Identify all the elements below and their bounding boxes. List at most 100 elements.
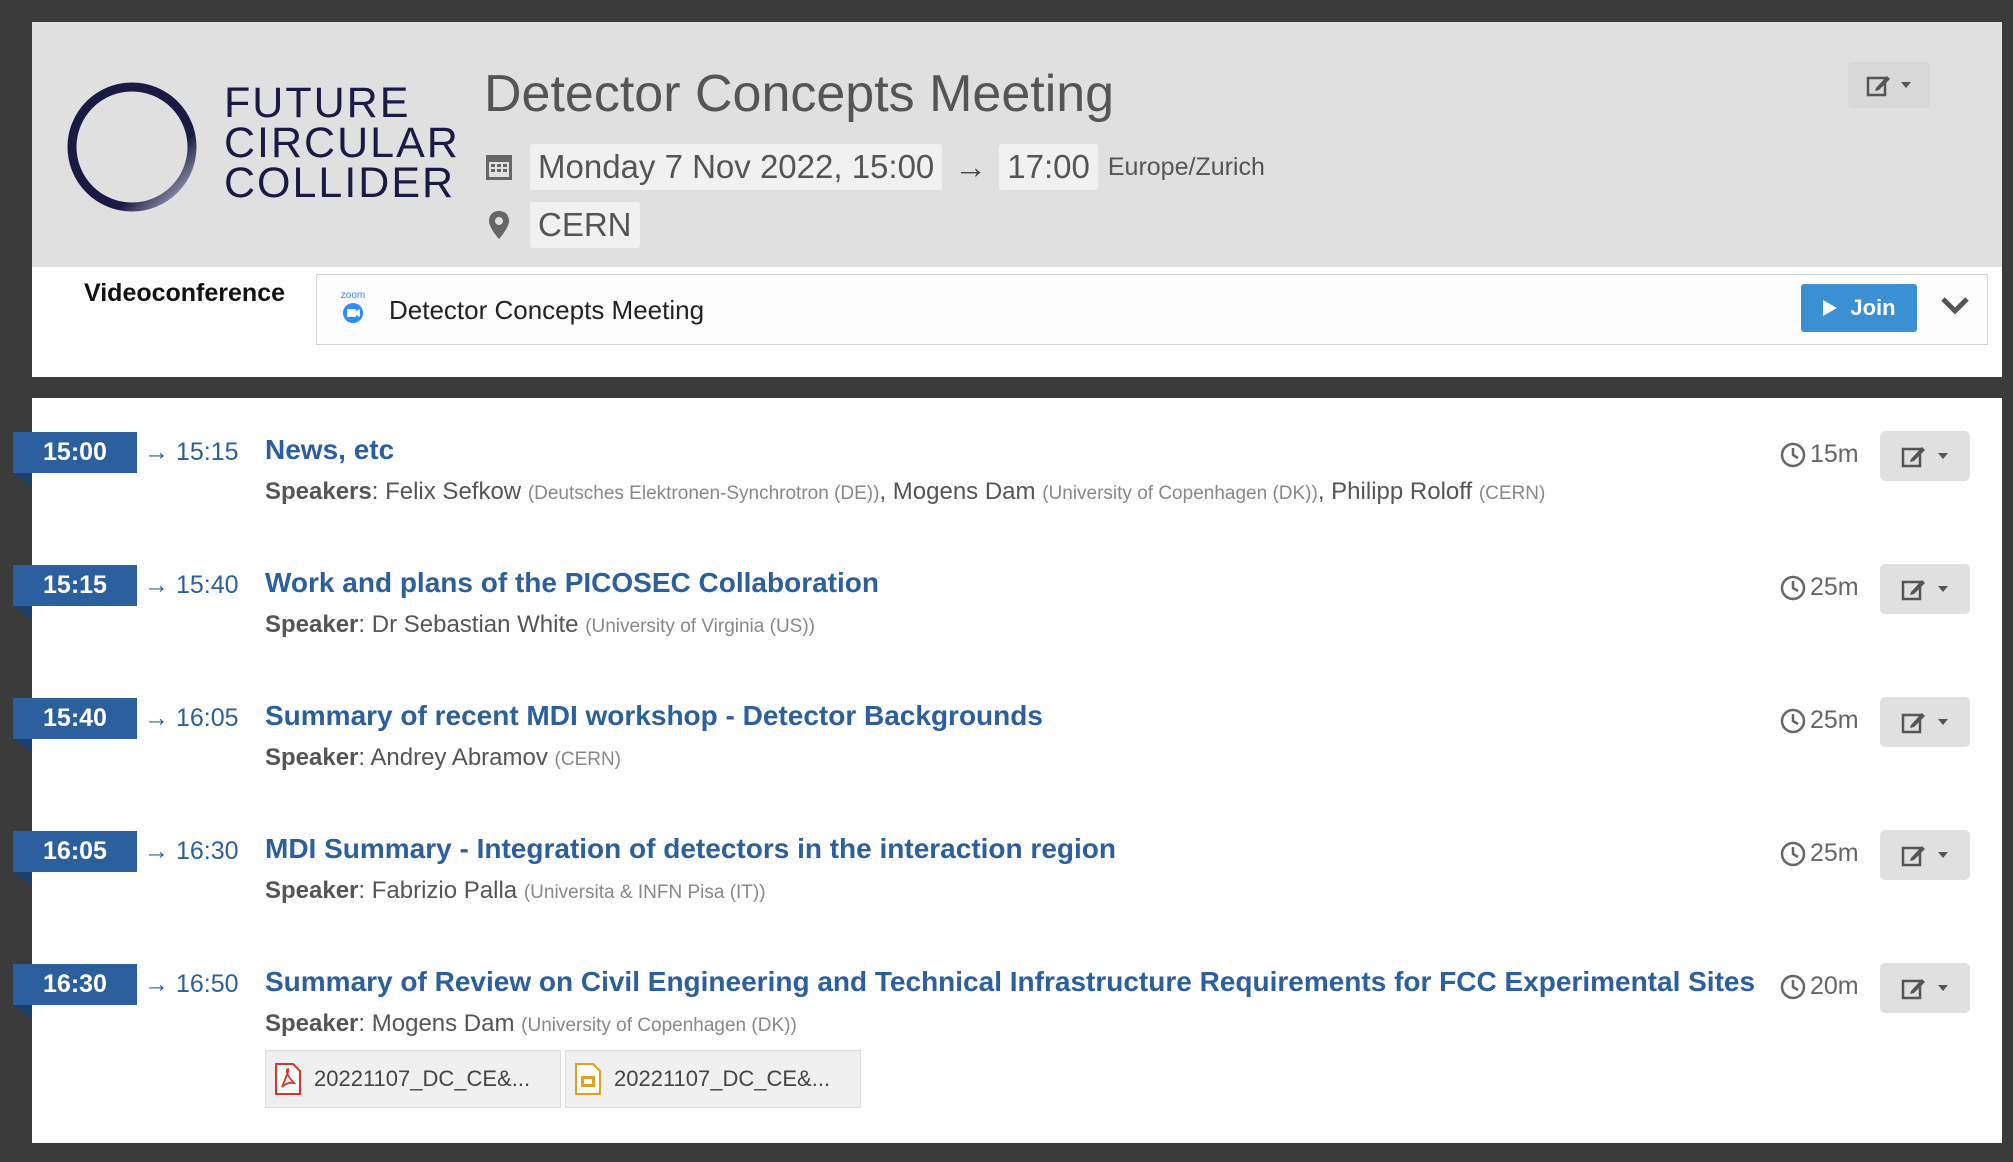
speaker-affiliation: (CERN) — [1478, 483, 1546, 504]
speaker-affiliation: (Deutsches Elektronen-Synchrotron (DE)) — [527, 483, 880, 504]
speaker-name: Andrey Abramov — [370, 744, 548, 771]
join-label: Join — [1850, 295, 1896, 320]
caret-down-icon — [1938, 719, 1948, 725]
start-time: 15:00 — [13, 432, 137, 487]
contribution-title[interactable]: MDI Summary - Integration of detectors i… — [265, 833, 1116, 865]
event-header: FUTURE CIRCULAR COLLIDER Detector Concep… — [32, 22, 2002, 267]
clock-icon — [1780, 841, 1806, 866]
event-end: 17:00 — [999, 144, 1098, 190]
speaker-label: Speaker — [265, 611, 359, 638]
logo-line-3: COLLIDER — [224, 159, 456, 207]
contribution-row: 15:15 → 15:40 Work and plans of the PICO… — [13, 531, 2002, 651]
contribution-edit-button[interactable] — [1880, 697, 1970, 747]
fcc-logo: FUTURE CIRCULAR COLLIDER — [62, 77, 482, 227]
attachment-presentation[interactable]: 20221107_DC_CE&... — [565, 1050, 861, 1108]
end-time: → 15:15 — [144, 438, 239, 466]
event-dates: Monday 7 Nov 2022, 15:00 → 17:00 Europe/… — [482, 144, 1265, 190]
contribution-row: 15:40 → 16:05 Summary of recent MDI work… — [13, 664, 2002, 784]
contribution-edit-button[interactable] — [1880, 564, 1970, 614]
duration-value: 15m — [1810, 440, 1859, 468]
logo-line-1: FUTURE — [224, 79, 411, 127]
caret-down-icon — [1938, 985, 1948, 991]
speaker-label: Speaker — [265, 877, 359, 904]
contribution-edit-button[interactable] — [1880, 431, 1970, 481]
clock-icon — [1780, 575, 1806, 600]
map-pin-icon — [482, 210, 516, 240]
attachment-pdf[interactable]: 20221107_DC_CE&... — [265, 1050, 561, 1108]
speaker-affiliation: (University of Copenhagen (DK)) — [521, 1015, 797, 1036]
speakers: Speaker: Fabrizio Palla (Universita & IN… — [265, 877, 766, 904]
logo-line-2: CIRCULAR — [224, 119, 460, 167]
timetable: 15:00 → 15:15 News, etc Speakers: Felix … — [13, 398, 2002, 1143]
duration-value: 25m — [1810, 573, 1859, 601]
duration-value: 25m — [1810, 706, 1859, 734]
caret-down-icon — [1938, 586, 1948, 592]
date-arrow: → — [954, 148, 988, 185]
speaker-name: Dr Sebastian White — [371, 611, 579, 638]
contribution-edit-button[interactable] — [1880, 830, 1970, 880]
end-time: → 16:50 — [144, 970, 239, 998]
start-time: 15:15 — [13, 565, 137, 620]
end-time: → 15:40 — [144, 571, 239, 599]
speakers: Speaker: Andrey Abramov (CERN) — [265, 744, 622, 771]
event-timezone: Europe/Zurich — [1107, 152, 1265, 181]
edit-icon — [1866, 76, 1890, 97]
edit-icon — [1901, 580, 1925, 601]
chevron-down-icon[interactable] — [1941, 295, 1969, 315]
clock-icon — [1780, 974, 1806, 999]
join-button[interactable]: Join — [1801, 284, 1917, 332]
speaker-name: Mogens Dam — [371, 1010, 515, 1037]
play-icon — [1823, 300, 1838, 316]
end-time: → 16:05 — [144, 704, 239, 732]
contribution-title[interactable]: News, etc — [265, 434, 394, 466]
speaker-name: Philipp Roloff — [1331, 478, 1473, 505]
duration-value: 20m — [1810, 972, 1859, 1000]
speaker-label: Speakers — [265, 478, 372, 505]
logo-text: FUTURE CIRCULAR COLLIDER — [224, 79, 460, 207]
duration-value: 25m — [1810, 839, 1859, 867]
duration: 25m — [1780, 573, 1859, 602]
videoconference-room-name: Detector Concepts Meeting — [389, 295, 705, 325]
speaker-label: Speaker — [265, 744, 359, 771]
edit-icon — [1901, 447, 1925, 468]
videoconference-room: zoom Detector Concepts Meeting Join — [316, 274, 1988, 345]
edit-icon — [1901, 979, 1925, 1000]
attachments: 20221107_DC_CE&... 20221107_DC_CE&... — [265, 1050, 861, 1108]
speakers: Speaker: Mogens Dam (University of Copen… — [265, 1010, 797, 1037]
edit-icon — [1901, 846, 1925, 867]
clock-icon — [1780, 708, 1806, 733]
attachment-name: 20221107_DC_CE&... — [614, 1066, 831, 1091]
start-time: 16:05 — [13, 831, 137, 886]
duration: 25m — [1780, 706, 1859, 735]
caret-down-icon — [1938, 852, 1948, 858]
contribution-title[interactable]: Summary of Review on Civil Engineering a… — [265, 966, 1755, 998]
clock-icon — [1780, 442, 1806, 467]
speakers: Speaker: Dr Sebastian White (University … — [265, 611, 815, 638]
duration: 20m — [1780, 972, 1859, 1001]
caret-down-icon — [1901, 82, 1911, 88]
contribution-edit-button[interactable] — [1880, 963, 1970, 1013]
fcc-ring-icon — [67, 82, 197, 212]
speaker-affiliation: (University of Copenhagen (DK)) — [1042, 483, 1318, 504]
videoconference-label: Videoconference — [84, 279, 286, 307]
contribution-title[interactable]: Summary of recent MDI workshop - Detecto… — [265, 700, 1043, 732]
presentation-file-icon — [575, 1063, 601, 1095]
speakers: Speakers: Felix Sefkow (Deutsches Elektr… — [265, 478, 1546, 505]
duration: 25m — [1780, 839, 1859, 868]
pdf-icon — [275, 1063, 301, 1095]
svg-text:zoom: zoom — [341, 290, 365, 301]
event-edit-button[interactable] — [1848, 62, 1930, 108]
location-name: CERN — [530, 202, 640, 248]
attachment-name: 20221107_DC_CE&... — [314, 1066, 531, 1091]
start-time: 16:30 — [13, 964, 137, 1019]
contribution-title[interactable]: Work and plans of the PICOSEC Collaborat… — [265, 567, 879, 599]
zoom-icon: zoom — [341, 290, 365, 323]
speaker-affiliation: (University of Virginia (US)) — [585, 616, 815, 637]
event-start: Monday 7 Nov 2022, 15:00 — [530, 144, 943, 190]
calendar-icon — [482, 152, 516, 182]
caret-down-icon — [1938, 453, 1948, 459]
contribution-row: 15:00 → 15:15 News, etc Speakers: Felix … — [13, 398, 2002, 518]
videoconference-panel: Videoconference zoom Detector Concepts M… — [32, 267, 2002, 377]
start-time: 15:40 — [13, 698, 137, 753]
event-location: CERN — [482, 202, 640, 248]
